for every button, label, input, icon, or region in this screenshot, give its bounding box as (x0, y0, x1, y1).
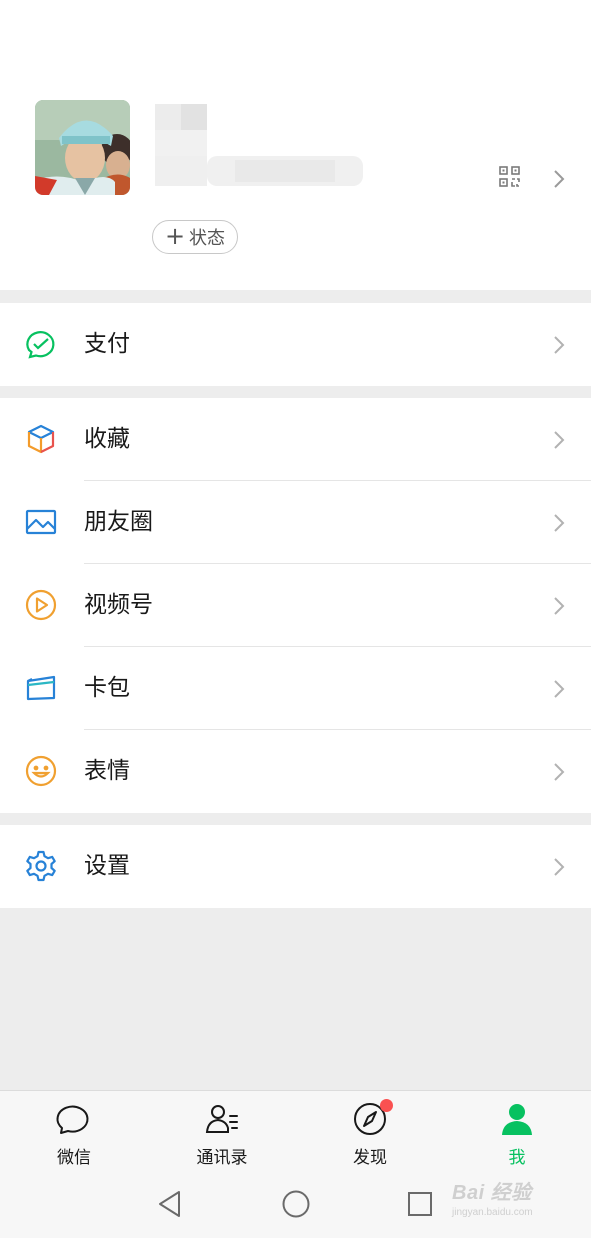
watermark-main: Bai 经验 (452, 1182, 532, 1204)
tab-contacts[interactable]: 通讯录 (148, 1091, 296, 1173)
channels-play-icon (24, 588, 58, 622)
me-person-icon (499, 1101, 535, 1137)
status-button-label: 状态 (189, 228, 226, 249)
tab-label: 发现 (353, 1148, 387, 1168)
settings-gear-icon (24, 849, 58, 883)
menu-item-label: 收藏 (84, 426, 130, 452)
menu-item-favorites[interactable]: 收藏 (0, 398, 591, 481)
moments-image-icon (24, 505, 58, 539)
tab-chats[interactable]: 微信 (0, 1091, 148, 1173)
chevron-right-icon (552, 512, 566, 534)
tab-discover[interactable]: 发现 (296, 1091, 444, 1173)
home-circle-icon[interactable] (280, 1188, 312, 1220)
recents-square-icon[interactable] (404, 1188, 436, 1220)
chevron-right-icon (552, 678, 566, 700)
card-wallet-icon (24, 671, 58, 705)
menu-item-label: 支付 (84, 331, 130, 357)
menu-group-pay: 支付 (0, 303, 591, 386)
chat-bubble-icon (56, 1101, 92, 1137)
watermark-sub: jingyan.baidu.com (452, 1207, 533, 1218)
chevron-right-icon (552, 856, 566, 878)
chevron-right-icon (552, 595, 566, 617)
plus-icon: + (164, 222, 186, 250)
menu-group-settings: 设置 (0, 825, 591, 908)
favorites-cube-icon (24, 422, 58, 456)
menu-item-channels[interactable]: 视频号 (0, 564, 591, 647)
chevron-right-icon[interactable] (552, 168, 566, 190)
tab-label: 通讯录 (196, 1148, 248, 1168)
bottom-tab-bar: 微信 通讯录 发现 我 (0, 1090, 591, 1173)
menu-item-card-wallet[interactable]: 卡包 (0, 647, 591, 730)
avatar[interactable] (35, 100, 130, 195)
menu-item-stickers[interactable]: 表情 (0, 730, 591, 813)
menu-item-label: 表情 (84, 758, 130, 784)
menu-item-pay[interactable]: 支付 (0, 303, 591, 386)
add-status-button[interactable]: + 状态 (152, 220, 238, 254)
sticker-smile-icon (24, 754, 58, 788)
menu-item-label: 视频号 (84, 592, 153, 618)
menu-group-main: 收藏 朋友圈 视频号 卡包 表情 (0, 398, 591, 813)
tab-label: 微信 (57, 1148, 91, 1168)
tab-label: 我 (508, 1148, 526, 1168)
blurred-name-area (155, 104, 365, 194)
contacts-icon (204, 1101, 240, 1137)
discover-badge-dot (380, 1099, 393, 1112)
tab-me[interactable]: 我 (443, 1091, 591, 1173)
menu-item-label: 朋友圈 (84, 509, 153, 535)
chevron-right-icon (552, 334, 566, 356)
qr-code-icon[interactable] (499, 166, 520, 187)
menu-item-label: 卡包 (84, 675, 130, 701)
pay-icon (24, 327, 58, 361)
back-triangle-icon[interactable] (154, 1188, 186, 1220)
chevron-right-icon (552, 761, 566, 783)
baidu-jingyan-watermark: Bai 经验 jingyan.baidu.com (452, 1176, 572, 1226)
menu-item-label: 设置 (84, 853, 130, 879)
chevron-right-icon (552, 429, 566, 451)
menu-item-settings[interactable]: 设置 (0, 825, 591, 908)
profile-header[interactable]: + 状态 (0, 0, 591, 290)
menu-item-moments[interactable]: 朋友圈 (0, 481, 591, 564)
